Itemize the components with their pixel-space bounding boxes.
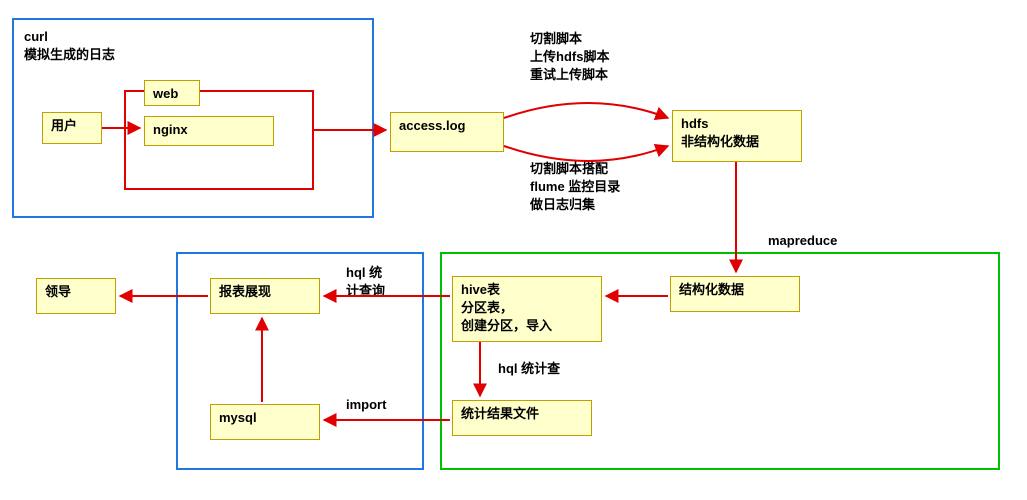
leader-label: 领导 [45,284,71,299]
mysql-label: mysql [219,410,257,425]
hive-l1: hive表 [461,282,500,297]
scripts-bot-2: flume 监控目录 [530,179,620,194]
curl-text: curl [24,29,48,44]
scripts-bot-1: 切割脚本搭配 [530,161,608,176]
scripts-top-1: 切割脚本 [530,31,582,46]
hdfs-l2: 非结构化数据 [681,134,759,149]
box-hive: hive表 分区表， 创建分区，导入 [452,276,602,342]
box-struct: 结构化数据 [670,276,800,312]
diagram-canvas: curl 模拟生成的日志 用户 web nginx access.log 切割脚… [0,0,1027,500]
scripts-bottom: 切割脚本搭配 flume 监控目录 做日志归集 [530,160,620,215]
import-text: import [346,397,386,412]
box-web: web [144,80,200,106]
statfile-label: 统计结果文件 [461,406,539,421]
web-label: web [153,86,178,101]
box-user: 用户 [42,112,102,144]
hql-stat-text: hql 统计查 [498,361,560,376]
curl-title: curl 模拟生成的日志 [24,28,115,64]
scripts-bot-3: 做日志归集 [530,197,595,212]
hql-stat-label: hql 统计查 [498,360,560,378]
hive-l2: 分区表， [461,300,513,315]
scripts-top-2: 上传hdfs脚本 [530,49,609,64]
import-label: import [346,396,386,414]
scripts-top: 切割脚本 上传hdfs脚本 重试上传脚本 [530,30,609,85]
box-leader: 领导 [36,278,116,314]
box-report: 报表展现 [210,278,320,314]
mapreduce-text: mapreduce [768,233,837,248]
curl-sub: 模拟生成的日志 [24,47,115,62]
hql-q-1: hql 统 [346,265,382,280]
box-statfile: 统计结果文件 [452,400,592,436]
hdfs-l1: hdfs [681,116,708,131]
box-nginx: nginx [144,116,274,146]
hive-l3: 创建分区，导入 [461,318,552,333]
box-mysql: mysql [210,404,320,440]
user-label: 用户 [51,118,77,133]
box-hdfs: hdfs 非结构化数据 [672,110,802,162]
hql-query-label: hql 统 计查询 [346,264,385,300]
accesslog-label: access.log [399,118,466,133]
struct-label: 结构化数据 [679,282,744,297]
nginx-label: nginx [153,122,188,137]
scripts-top-3: 重试上传脚本 [530,67,608,82]
box-accesslog: access.log [390,112,504,152]
mapreduce-label: mapreduce [768,232,837,250]
report-label: 报表展现 [219,284,271,299]
hql-q-2: 计查询 [346,283,385,298]
